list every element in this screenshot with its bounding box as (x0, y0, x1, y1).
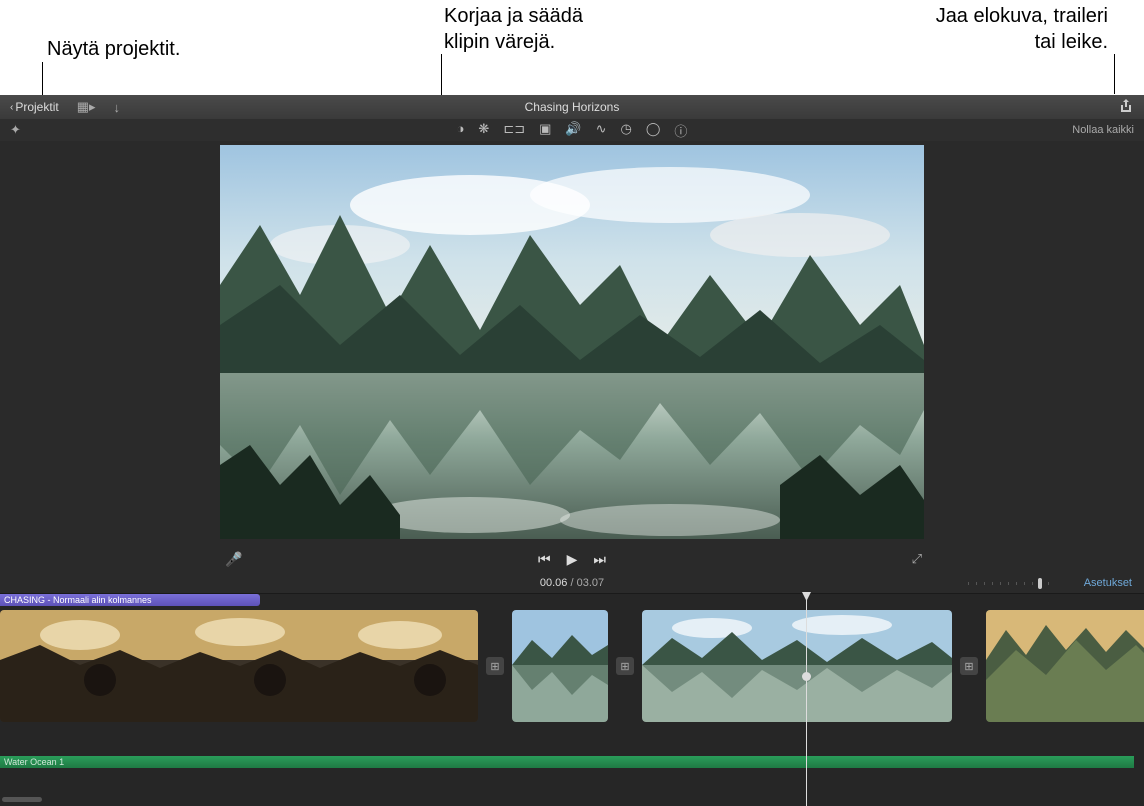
stabilization-icon[interactable]: ▣ (539, 121, 551, 140)
color-balance-icon[interactable]: ◑ (457, 121, 465, 140)
download-icon[interactable]: ↓ (114, 100, 121, 115)
adjust-toolbar: ✦ ◑ ❋ ⊏⊐ ▣ 🔊 ∿ ◷ ◯ ⓘ Nollaa kaikki (0, 119, 1144, 141)
audio-clip[interactable]: Water Ocean 1 (0, 756, 1134, 768)
project-title: Chasing Horizons (525, 100, 620, 114)
magic-wand-icon[interactable]: ✦ (10, 122, 21, 138)
settings-link[interactable]: Asetukset (1084, 577, 1132, 589)
next-frame-button[interactable]: ⏭ (593, 551, 606, 568)
timeline-scrollbar[interactable] (2, 797, 42, 802)
video-clip-4[interactable] (986, 610, 1144, 722)
duration: 03.07 (577, 577, 605, 589)
annotation-share: Jaa elokuva, traileri tai leike. (936, 3, 1108, 55)
annotation-adjust-colors: Korjaa ja säädä klipin värejä. (444, 3, 583, 55)
speed-icon[interactable]: ◷ (621, 121, 632, 140)
projects-label: Projektit (15, 100, 58, 114)
color-correction-icon[interactable]: ❋ (478, 121, 489, 140)
chevron-left-icon: ‹ (10, 102, 13, 113)
microphone-icon[interactable]: 🎤 (225, 551, 242, 568)
info-icon[interactable]: ⓘ (674, 121, 687, 140)
time-bar: 00.06 / 03.07 Asetukset (0, 573, 1144, 593)
video-clip-2[interactable] (512, 610, 608, 722)
video-track: ⊞ ⊞ ⊞ (0, 606, 1144, 726)
video-clip-1[interactable] (0, 610, 478, 722)
share-icon[interactable] (1118, 103, 1134, 117)
media-import-icon[interactable]: ▦▸ (77, 99, 96, 115)
annotation-show-projects: Näytä projektit. (47, 36, 180, 62)
app-window: ‹ Projektit ▦▸ ↓ Chasing Horizons ✦ ◑ ❋ … (0, 95, 1144, 806)
top-toolbar: ‹ Projektit ▦▸ ↓ Chasing Horizons (0, 95, 1144, 119)
title-track: CHASING - Normaali alin kolmannes (0, 594, 1144, 606)
crop-icon[interactable]: ⊏⊐ (503, 121, 525, 140)
prev-frame-button[interactable]: ⏮ (538, 551, 551, 568)
video-clip-3[interactable] (642, 610, 952, 722)
current-time: 00.06 (540, 577, 568, 589)
time-display: 00.06 / 03.07 (540, 577, 604, 589)
playback-bar: 🎤 ⏮ ▶ ⏭ ⤢ (0, 545, 1144, 573)
volume-icon[interactable]: 🔊 (565, 121, 581, 140)
play-button[interactable]: ▶ (567, 551, 578, 568)
timeline[interactable]: CHASING - Normaali alin kolmannes ⊞ (0, 593, 1144, 806)
transition-2[interactable]: ⊞ (616, 657, 634, 675)
transition-3[interactable]: ⊞ (960, 657, 978, 675)
viewer-canvas[interactable] (220, 145, 924, 539)
audio-track: Water Ocean 1 (0, 756, 1144, 768)
title-clip[interactable]: CHASING - Normaali alin kolmannes (0, 594, 260, 606)
transition-1[interactable]: ⊞ (486, 657, 504, 675)
projects-button[interactable]: ‹ Projektit (10, 100, 59, 114)
reset-all-button[interactable]: Nollaa kaikki (1072, 124, 1134, 136)
clip-filter-icon[interactable]: ◯ (646, 121, 661, 140)
playhead[interactable] (806, 594, 807, 806)
noise-reduction-icon[interactable]: ∿ (596, 121, 607, 140)
viewer-area (0, 141, 1144, 545)
zoom-slider[interactable] (968, 580, 1050, 586)
fullscreen-icon[interactable]: ⤢ (912, 551, 922, 567)
